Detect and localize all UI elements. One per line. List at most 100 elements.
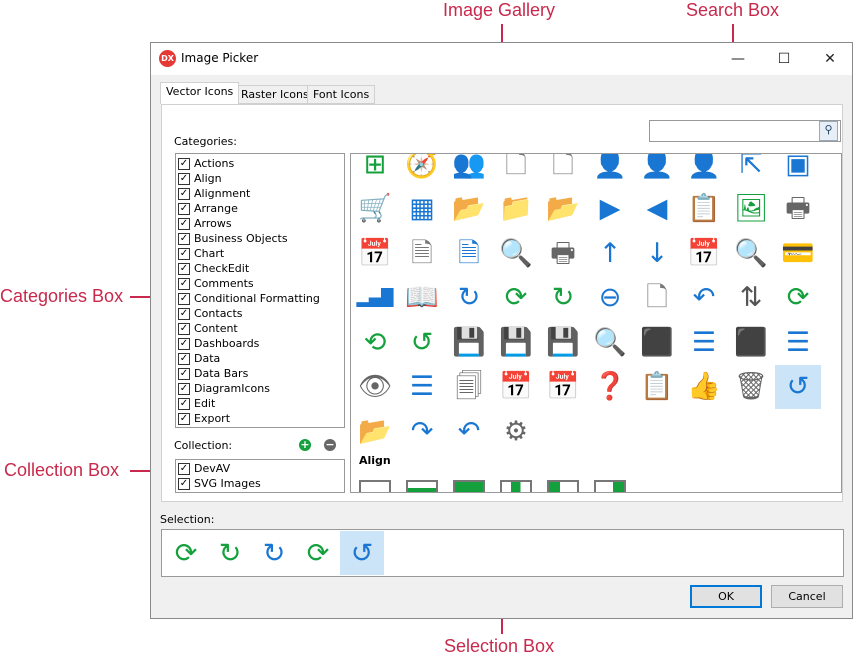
category-item[interactable]: ✓ Arrows [176,216,344,231]
resize-picture-icon[interactable]: ⇱ [728,154,774,186]
redo-icon[interactable]: ↻ [446,276,492,320]
upload-folder-icon[interactable]: 📂 [352,409,398,453]
user-more-icon[interactable]: 👤 [681,154,727,186]
remove-icon[interactable]: ⊖ [587,276,633,320]
checkbox-checked-icon[interactable]: ✓ [178,232,190,245]
category-item[interactable]: ✓ Actions [176,156,344,171]
checkbox-checked-icon[interactable]: ✓ [178,277,190,290]
collection-box[interactable]: ✓ DevAV ✓ SVG Images [175,459,345,493]
add-to-cart-icon[interactable]: 🛒 [352,187,398,231]
category-item[interactable]: ✓ Data Bars [176,366,344,381]
category-item[interactable]: ✓ Contacts [176,306,344,321]
save-close-icon[interactable]: 💾 [493,320,539,364]
trash-icon[interactable]: 🗑 [728,365,774,409]
category-item[interactable]: ✓ Edit [176,396,344,411]
image-gallery[interactable]: ⊞ 🧭 👥 🗋 🗋 👤 👤 👤 ⇱ ▣ 🛒 ▦ 📂 📁 📂 ▶ ◀ 📋 🖼 🖶 📅 🗎 🗎 🔍 🖶 ↑ ↓ 📅 🔍 💳 ▂▄█ 📖 ↻ ⟳ ↻ ⊖ 🗋 ↶… [350,153,842,493]
remove-collection-icon[interactable]: − [324,439,336,451]
book-icon[interactable]: 📖 [399,276,445,320]
folder-icon[interactable]: 📁 [493,187,539,231]
add-user-icon[interactable]: 👤 [587,154,633,186]
task-icon[interactable]: 📋 [634,365,680,409]
checkbox-checked-icon[interactable]: ✓ [178,477,190,490]
collection-item[interactable]: ✓ DevAV [176,461,344,476]
open-folder-icon[interactable]: 📂 [446,187,492,231]
reset-all-icon[interactable]: ↺ [399,320,445,364]
selected-redo-green-icon[interactable]: ⟳ [296,531,340,575]
tab-vector-icons[interactable]: Vector Icons [160,82,240,104]
sort-descending-icon[interactable]: ↓ [634,231,680,275]
previous-icon[interactable]: ◀ [634,187,680,231]
add-window-icon[interactable]: ▣ [775,154,821,186]
add-group-icon[interactable]: ⊞ [352,154,398,186]
checkbox-checked-icon[interactable]: ✓ [178,247,190,260]
save-icon[interactable]: 💾 [446,320,492,364]
category-item[interactable]: ✓ Arrange [176,201,344,216]
compass-icon[interactable]: 🧭 [399,154,445,186]
sort-ascending-icon[interactable]: ↑ [587,231,633,275]
category-item[interactable]: ✓ Chart [176,246,344,261]
selection-box[interactable]: ⟳ ↻ ↻ ⟳ ↺ [161,529,844,577]
maximize-button[interactable]: ☐ [761,43,807,75]
tab-raster-icons[interactable]: Raster Icons [235,85,315,104]
users-icon[interactable]: 👥 [446,154,492,186]
user-icon[interactable]: 👤 [634,154,680,186]
category-item[interactable]: ✓ Align [176,171,344,186]
calendar-delete-icon[interactable]: 📅 [352,231,398,275]
selected-redo-icon[interactable]: ↻ [252,531,296,575]
tiles-icon[interactable]: ▦ [399,187,445,231]
category-item[interactable]: ✓ Data [176,351,344,366]
category-item[interactable]: ✓ Alignment [176,186,344,201]
checkbox-checked-icon[interactable]: ✓ [178,262,190,275]
calendar-icon[interactable]: 📅 [540,365,586,409]
zoom-page-icon[interactable]: 🔍 [493,231,539,275]
checkbox-checked-icon[interactable]: ✓ [178,462,190,475]
select-icon[interactable]: ⬛ [634,320,680,364]
align-icon[interactable] [500,480,532,492]
sort-pages-icon[interactable]: 🗐 [446,365,492,409]
checkbox-checked-icon[interactable]: ✓ [178,202,190,215]
checkbox-checked-icon[interactable]: ✓ [178,397,190,410]
document-icon[interactable]: 🗎 [399,231,445,275]
undo-icon[interactable]: ↶ [681,276,727,320]
calendar-clock-icon[interactable]: 📅 [681,231,727,275]
add-collection-icon[interactable]: + [299,439,311,451]
blank-page-icon[interactable]: 🗋 [493,154,539,186]
swap-icon[interactable]: ⇅ [728,276,774,320]
category-item[interactable]: ✓ Conditional Formatting [176,291,344,306]
next-icon[interactable]: ▶ [587,187,633,231]
minimize-button[interactable]: — [715,43,761,75]
align-icon[interactable] [453,480,485,492]
category-item[interactable]: ✓ Content [176,321,344,336]
checkbox-checked-icon[interactable]: ✓ [178,382,190,395]
checkbox-checked-icon[interactable]: ✓ [178,187,190,200]
select-all-icon[interactable]: ☰ [775,320,821,364]
checkbox-checked-icon[interactable]: ✓ [178,322,190,335]
preview-icon[interactable]: 🔍 [728,231,774,275]
category-item[interactable]: ✓ DiagramIcons [176,381,344,396]
printer-icon[interactable]: 🖶 [775,187,821,231]
category-item[interactable]: ✓ Comments [176,276,344,291]
like-icon[interactable]: 👍 [681,365,727,409]
remove-page-icon[interactable]: 🗋 [634,276,680,320]
close-button[interactable]: ✕ [807,43,853,75]
select-all-icon[interactable]: ☰ [681,320,727,364]
checkbox-checked-icon[interactable]: ✓ [178,307,190,320]
checkbox-checked-icon[interactable]: ✓ [178,337,190,350]
align-icon[interactable] [406,480,438,492]
collection-item[interactable]: ✓ SVG Images [176,476,344,491]
search-input[interactable] [649,120,841,142]
help-icon[interactable]: ❓ [587,365,633,409]
checkbox-checked-icon[interactable]: ✓ [178,367,190,380]
paste-icon[interactable]: 📋 [681,187,727,231]
reset-icon[interactable]: ⟲ [352,320,398,364]
find-icon[interactable]: 🔍 [587,320,633,364]
align-icon[interactable] [547,480,579,492]
redo-green-icon[interactable]: ⟳ [775,276,821,320]
image-icon[interactable]: 🖼 [728,187,774,231]
bar-chart-icon[interactable]: ▂▄█ [352,276,398,320]
category-item[interactable]: ✓ Dashboards [176,336,344,351]
table-document-icon[interactable]: 🗎 [446,231,492,275]
align-icon[interactable] [594,480,626,492]
refresh-icon[interactable]: ⟳ [493,276,539,320]
blank-page-icon[interactable]: 🗋 [540,154,586,186]
